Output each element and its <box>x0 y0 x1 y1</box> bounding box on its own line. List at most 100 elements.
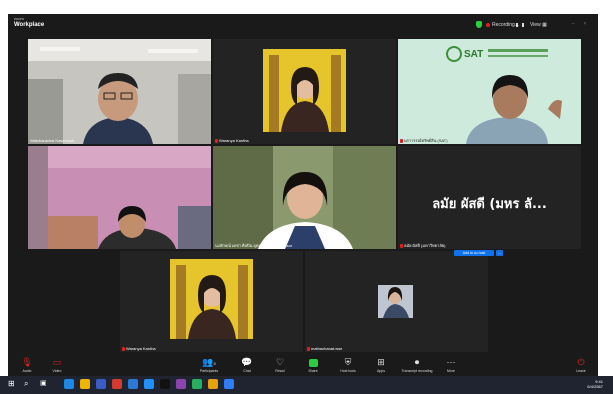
transcript-icon: ⏺ <box>414 357 420 367</box>
participants-icon: 👥8 <box>202 357 216 367</box>
video-tile-5[interactable]: นงลักษณ์ เดชา ศิลปิน อุดมสินทักษ์ Profes… <box>213 146 396 249</box>
leave-button[interactable]: ⏻ Leave <box>568 357 594 373</box>
mic-muted-icon <box>122 346 125 351</box>
store-icon[interactable] <box>96 379 106 389</box>
clock-date: 6/4/2567 <box>587 384 603 389</box>
chat-icon: 💬 <box>241 357 253 367</box>
file-explorer-icon[interactable] <box>80 379 90 389</box>
participant-name: Watcharachai Kasemsuk <box>30 138 75 143</box>
system-clock[interactable]: 9:41 6/4/2567 <box>587 379 603 389</box>
zoom-icon[interactable] <box>144 379 154 389</box>
mic-muted-icon <box>215 138 218 143</box>
video-tile-3[interactable]: SAT นราวรรณ์ทรัพย์สิน (SAT) <box>398 39 581 144</box>
transcript-label: Transcript recording <box>401 369 433 373</box>
recording-status[interactable]: Recording... <box>486 22 519 28</box>
view-label: View <box>530 22 541 28</box>
participant-video-8 <box>305 251 488 352</box>
participant-name: mathachanat.wse <box>307 346 342 351</box>
video-tile-4[interactable] <box>28 146 211 249</box>
mail-icon[interactable] <box>128 379 138 389</box>
transcript-button[interactable]: ⏺ Transcript recording <box>400 357 434 373</box>
edge-icon[interactable] <box>64 379 74 389</box>
mic-muted-icon <box>400 243 403 248</box>
task-view-icon[interactable]: ▣ <box>40 379 50 389</box>
participant-video-2 <box>213 39 396 144</box>
video-tile-2[interactable]: Waranya Kantha <box>213 39 396 144</box>
host-tools-button[interactable]: ⛨ Host tools <box>335 357 361 373</box>
line-icon[interactable] <box>192 379 202 389</box>
participants-label: Participants <box>199 369 219 373</box>
apps-label: Apps <box>377 369 385 373</box>
office-icon[interactable] <box>112 379 122 389</box>
word-icon[interactable] <box>224 379 234 389</box>
name-text: Waranya Kantha <box>126 346 156 351</box>
chrome-icon[interactable] <box>208 379 218 389</box>
apps-button[interactable]: ⊞ Apps <box>368 357 394 373</box>
more-button[interactable]: ⋯ More <box>438 357 464 373</box>
share-button[interactable]: Share <box>300 357 326 373</box>
video-tile-7[interactable]: Waranya Kantha <box>120 251 303 352</box>
add-to-cohost-button[interactable]: Add to co-host <box>454 250 494 256</box>
participants-button[interactable]: 👥8 Participants <box>196 357 222 373</box>
meeting-toolbar: 🎙 Audio ▭ Video 👥8 Participants 💬 Chat ♡… <box>8 354 598 376</box>
share-screen-icon <box>300 357 326 367</box>
video-button[interactable]: ▭ Video <box>44 357 70 373</box>
mic-muted-icon: 🎙 <box>21 357 33 367</box>
top-bar: zoom Workplace Recording... View ▦ – × <box>8 14 598 36</box>
leave-label: Leave <box>576 369 586 373</box>
svg-text:SAT: SAT <box>464 49 483 60</box>
os-taskbar: ⊞ ⌕ ▣ 9:41 6/4/2567 <box>0 376 613 394</box>
react-button[interactable]: ♡ React <box>267 357 293 373</box>
chat-label: Chat <box>243 369 251 373</box>
participants-count: 8 <box>213 361 216 366</box>
app-icon[interactable] <box>176 379 186 389</box>
zoom-window: zoom Workplace Recording... View ▦ – × W… <box>8 14 598 376</box>
shield-icon[interactable] <box>476 21 482 28</box>
participant-name: Waranya Kantha <box>215 138 249 143</box>
participant-display-name: ลมัย ผัสดี (มหร ลั... <box>432 197 547 212</box>
video-tile-1[interactable]: Watcharachai Kasemsuk <box>28 39 211 144</box>
host-tools-label: Host tools <box>340 369 356 373</box>
participant-video-4 <box>28 146 211 249</box>
more-options-button[interactable]: ... <box>496 250 503 256</box>
brand-small: zoom <box>14 16 24 21</box>
search-icon[interactable]: ⌕ <box>24 379 34 389</box>
participant-name: นงลักษณ์ เดชา ศิลปิน อุดมสินทักษ์ Profes… <box>215 243 293 248</box>
video-tile-8[interactable]: mathachanat.wse <box>305 251 488 352</box>
mic-muted-icon <box>400 138 403 143</box>
participant-video-5 <box>213 146 396 249</box>
shield-icon: ⛨ <box>344 357 352 367</box>
video-tile-6[interactable]: ลมัย ผัสดี (มหร ลั... ลมัย ผัสดี (มหาวิท… <box>398 146 581 249</box>
participant-video-3: SAT <box>398 39 581 144</box>
name-text: ลมัย ผัสดี (มหาวิทยาลัย) <box>404 243 446 248</box>
view-button[interactable]: View ▦ <box>530 22 547 28</box>
participant-video-7 <box>120 251 303 352</box>
participant-name: Waranya Kantha <box>122 346 156 351</box>
close-icon[interactable]: × <box>582 22 588 27</box>
chat-button[interactable]: 💬 Chat <box>234 357 260 373</box>
share-label: Share <box>308 369 318 373</box>
tiktok-icon[interactable] <box>160 379 170 389</box>
heart-icon: ♡ <box>275 357 285 367</box>
audio-label: Audio <box>22 369 32 373</box>
name-text: นราวรรณ์ทรัพย์สิน (SAT) <box>404 138 448 143</box>
minimize-icon[interactable]: – <box>570 22 576 27</box>
video-label: Video <box>52 369 62 373</box>
zoom-workplace-logo: zoom Workplace <box>14 16 45 29</box>
apps-icon: ⊞ <box>377 357 385 367</box>
leave-icon: ⏻ <box>577 357 585 367</box>
pause-recording-icon[interactable] <box>516 23 524 27</box>
camera-off-icon: ▭ <box>52 357 62 367</box>
name-text: Waranya Kantha <box>219 138 249 143</box>
name-text: mathachanat.wse <box>311 346 343 351</box>
react-label: React <box>275 369 285 373</box>
participant-name: นราวรรณ์ทรัพย์สิน (SAT) <box>400 138 448 143</box>
more-label: More <box>447 369 455 373</box>
mic-muted-icon <box>307 346 310 351</box>
brand-large: Workplace <box>14 22 45 28</box>
more-icon: ⋯ <box>446 357 456 367</box>
participant-name: ลมัย ผัสดี (มหาวิทยาลัย) <box>400 243 446 248</box>
participant-video-1 <box>28 39 211 144</box>
windows-start-icon[interactable]: ⊞ <box>8 379 18 389</box>
audio-button[interactable]: 🎙 Audio <box>14 357 40 373</box>
